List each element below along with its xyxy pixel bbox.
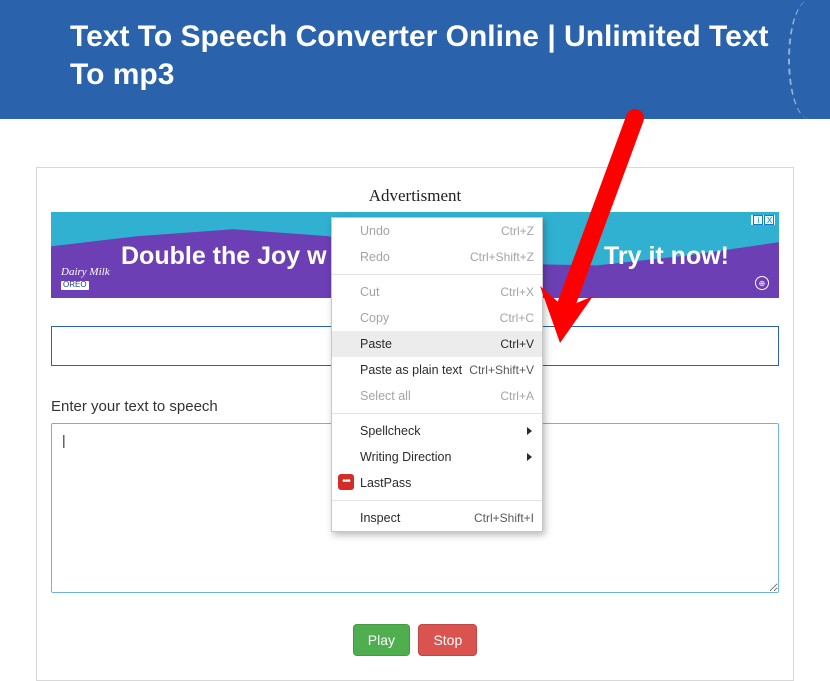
context-menu-separator — [332, 274, 542, 275]
context-menu-label: Paste as plain text — [360, 361, 469, 379]
lastpass-icon: ••• — [338, 474, 354, 490]
context-menu-label: Spellcheck — [360, 422, 534, 440]
context-menu-item-cut: CutCtrl+X — [332, 279, 542, 305]
context-menu-item-spellcheck[interactable]: Spellcheck — [332, 418, 542, 444]
context-menu-item-writing-direction[interactable]: Writing Direction — [332, 444, 542, 470]
context-menu[interactable]: UndoCtrl+ZRedoCtrl+Shift+ZCutCtrl+XCopyC… — [331, 217, 543, 532]
context-menu-shortcut: Ctrl+A — [500, 387, 534, 405]
page-header: Text To Speech Converter Online | Unlimi… — [0, 0, 830, 119]
submenu-arrow-icon — [527, 427, 532, 435]
context-menu-shortcut: Ctrl+Shift+Z — [470, 248, 534, 266]
stop-button[interactable]: Stop — [418, 624, 477, 656]
ad-text-right: Try it now! — [604, 242, 729, 271]
context-menu-item-copy: CopyCtrl+C — [332, 305, 542, 331]
context-menu-label: Copy — [360, 309, 500, 327]
play-button[interactable]: Play — [353, 624, 410, 656]
ad-brand-line2: OREO — [61, 281, 89, 290]
context-menu-item-select-all: Select allCtrl+A — [332, 383, 542, 409]
context-menu-label: LastPass — [360, 474, 534, 492]
context-menu-shortcut: Ctrl+Shift+I — [474, 509, 534, 527]
ad-text-left: Double the Joy w — [121, 242, 327, 271]
ad-brand: Dairy Milk OREO — [61, 266, 110, 290]
ad-close-controls[interactable]: iX — [751, 215, 775, 225]
context-menu-item-paste-as-plain-text[interactable]: Paste as plain textCtrl+Shift+V — [332, 357, 542, 383]
context-menu-item-undo: UndoCtrl+Z — [332, 218, 542, 244]
context-menu-item-paste[interactable]: PasteCtrl+V — [332, 331, 542, 357]
context-menu-shortcut: Ctrl+Shift+V — [469, 361, 534, 379]
context-menu-item-lastpass[interactable]: ••• LastPass — [332, 470, 542, 496]
ad-brand-line1: Dairy Milk — [61, 266, 110, 278]
context-menu-shortcut: Ctrl+X — [500, 283, 534, 301]
context-menu-label: Writing Direction — [360, 448, 534, 466]
advertisement-label: Advertisment — [51, 186, 779, 206]
ad-close-icon[interactable]: X — [764, 215, 774, 225]
context-menu-label: Select all — [360, 387, 500, 405]
adchoices-icon[interactable]: ⊕ — [755, 276, 769, 290]
context-menu-shortcut: Ctrl+C — [500, 309, 534, 327]
context-menu-separator — [332, 413, 542, 414]
context-menu-label: Redo — [360, 248, 470, 266]
context-menu-label: Inspect — [360, 509, 474, 527]
context-menu-item-redo: RedoCtrl+Shift+Z — [332, 244, 542, 270]
context-menu-separator — [332, 500, 542, 501]
context-menu-shortcut: Ctrl+V — [500, 335, 534, 353]
page-title: Text To Speech Converter Online | Unlimi… — [70, 18, 800, 93]
context-menu-label: Paste — [360, 335, 500, 353]
button-row: Play Stop — [51, 624, 779, 656]
context-menu-label: Undo — [360, 222, 501, 240]
context-menu-shortcut: Ctrl+Z — [501, 222, 534, 240]
ad-info-icon[interactable]: i — [753, 215, 763, 225]
submenu-arrow-icon — [527, 453, 532, 461]
context-menu-item-inspect[interactable]: InspectCtrl+Shift+I — [332, 505, 542, 531]
context-menu-label: Cut — [360, 283, 500, 301]
